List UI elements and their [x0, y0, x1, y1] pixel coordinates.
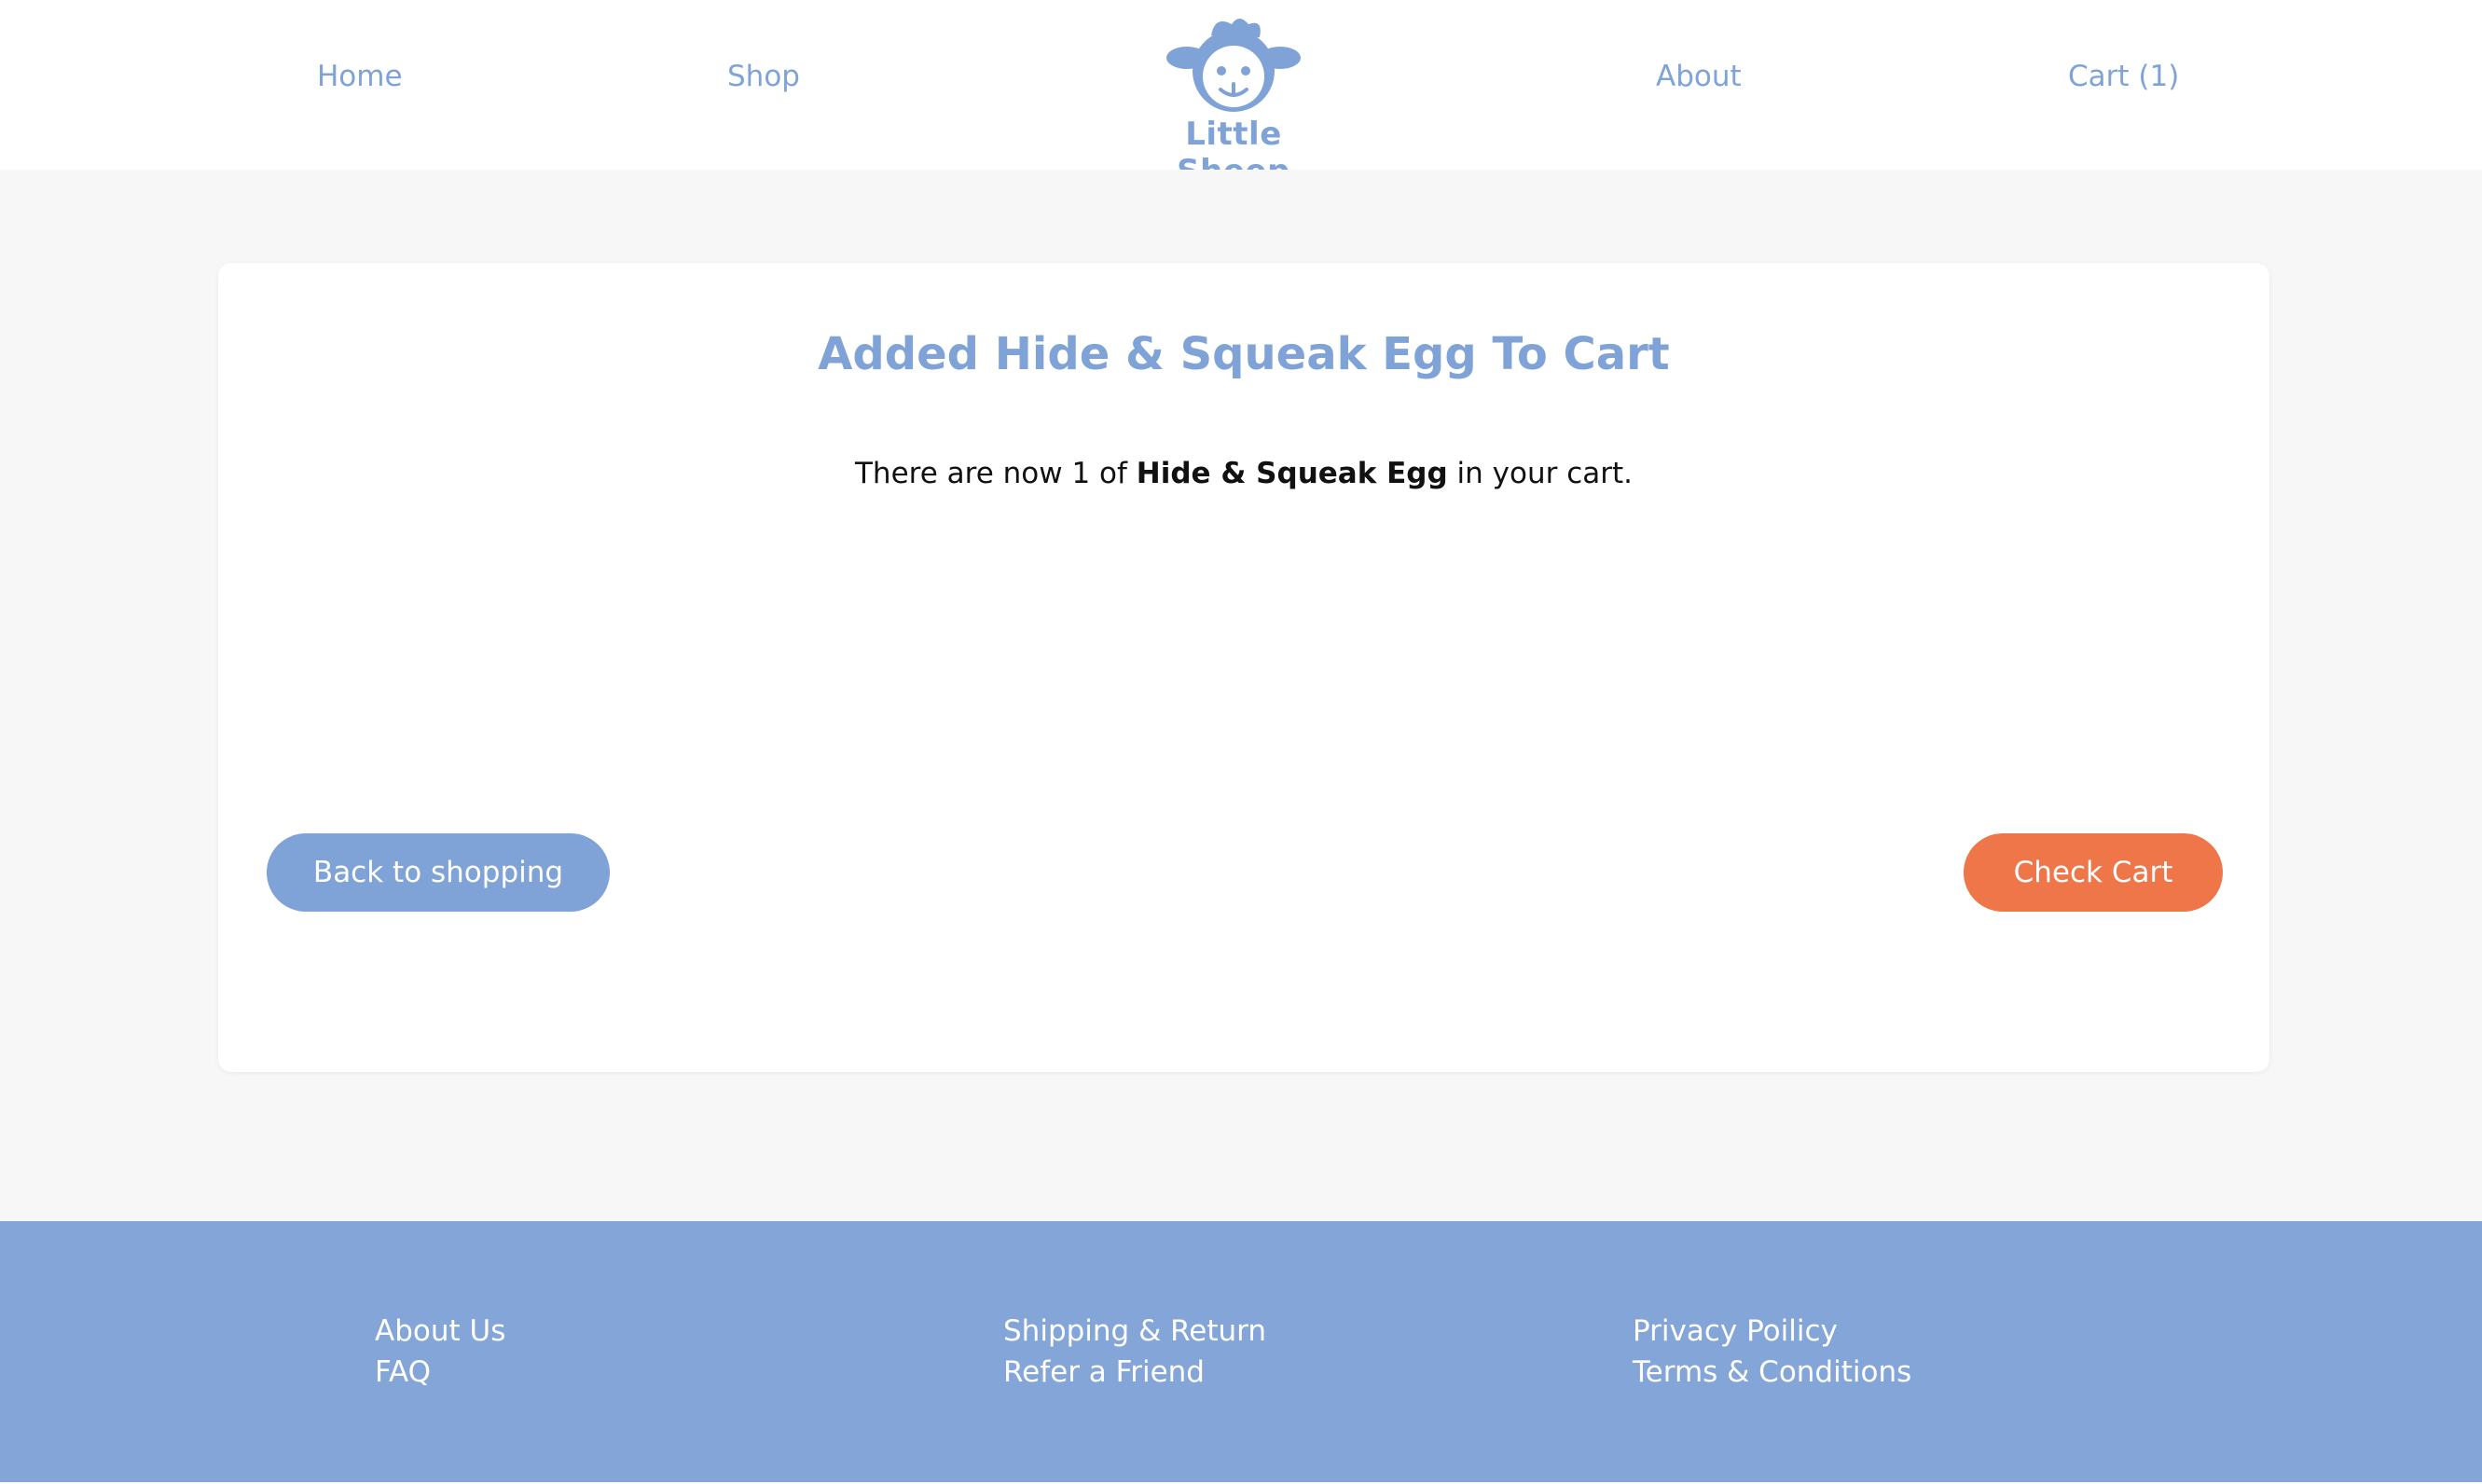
message-prefix: There are now 1 of — [855, 457, 1137, 490]
nav-about[interactable]: About — [1656, 60, 1742, 93]
confirmation-title: Added Hide & Squeak Egg To Cart — [818, 328, 1670, 380]
back-to-shopping-button[interactable]: Back to shopping — [267, 833, 610, 912]
footer-link-privacy-policy[interactable]: Privacy Poilicy — [1633, 1311, 1911, 1352]
sheep-logo-icon — [1166, 19, 1301, 112]
site-footer: About Us FAQ Shipping & Return Refer a F… — [0, 1221, 2482, 1484]
site-header: Home Shop Little Sheep About C — [0, 0, 2482, 190]
footer-link-terms-conditions[interactable]: Terms & Conditions — [1633, 1352, 1911, 1393]
footer-link-shipping-return[interactable]: Shipping & Return — [1003, 1311, 1266, 1352]
product-name: Hide & Squeak Egg — [1136, 457, 1448, 490]
main-content: Added Hide & Squeak Egg To Cart There ar… — [0, 170, 2482, 1221]
nav-cart[interactable]: Cart (1) — [2068, 60, 2179, 93]
nav-home[interactable]: Home — [317, 60, 403, 93]
message-suffix: in your cart. — [1447, 457, 1633, 490]
footer-link-about-us[interactable]: About Us — [375, 1311, 505, 1352]
footer-link-refer-friend[interactable]: Refer a Friend — [1003, 1352, 1266, 1393]
footer-link-faq[interactable]: FAQ — [375, 1352, 505, 1393]
footer-column-1: About Us FAQ — [375, 1311, 505, 1393]
nav-shop[interactable]: Shop — [727, 60, 800, 93]
footer-column-2: Shipping & Return Refer a Friend — [1003, 1311, 1266, 1393]
confirmation-message: There are now 1 of Hide & Squeak Egg in … — [218, 457, 2269, 490]
page: Home Shop Little Sheep About C — [0, 0, 2482, 1484]
footer-column-3: Privacy Poilicy Terms & Conditions — [1633, 1311, 1911, 1393]
site-logo[interactable]: Little Sheep — [1136, 11, 1331, 190]
cart-confirmation-card: Added Hide & Squeak Egg To Cart There ar… — [218, 263, 2269, 1072]
check-cart-button[interactable]: Check Cart — [1964, 833, 2223, 912]
